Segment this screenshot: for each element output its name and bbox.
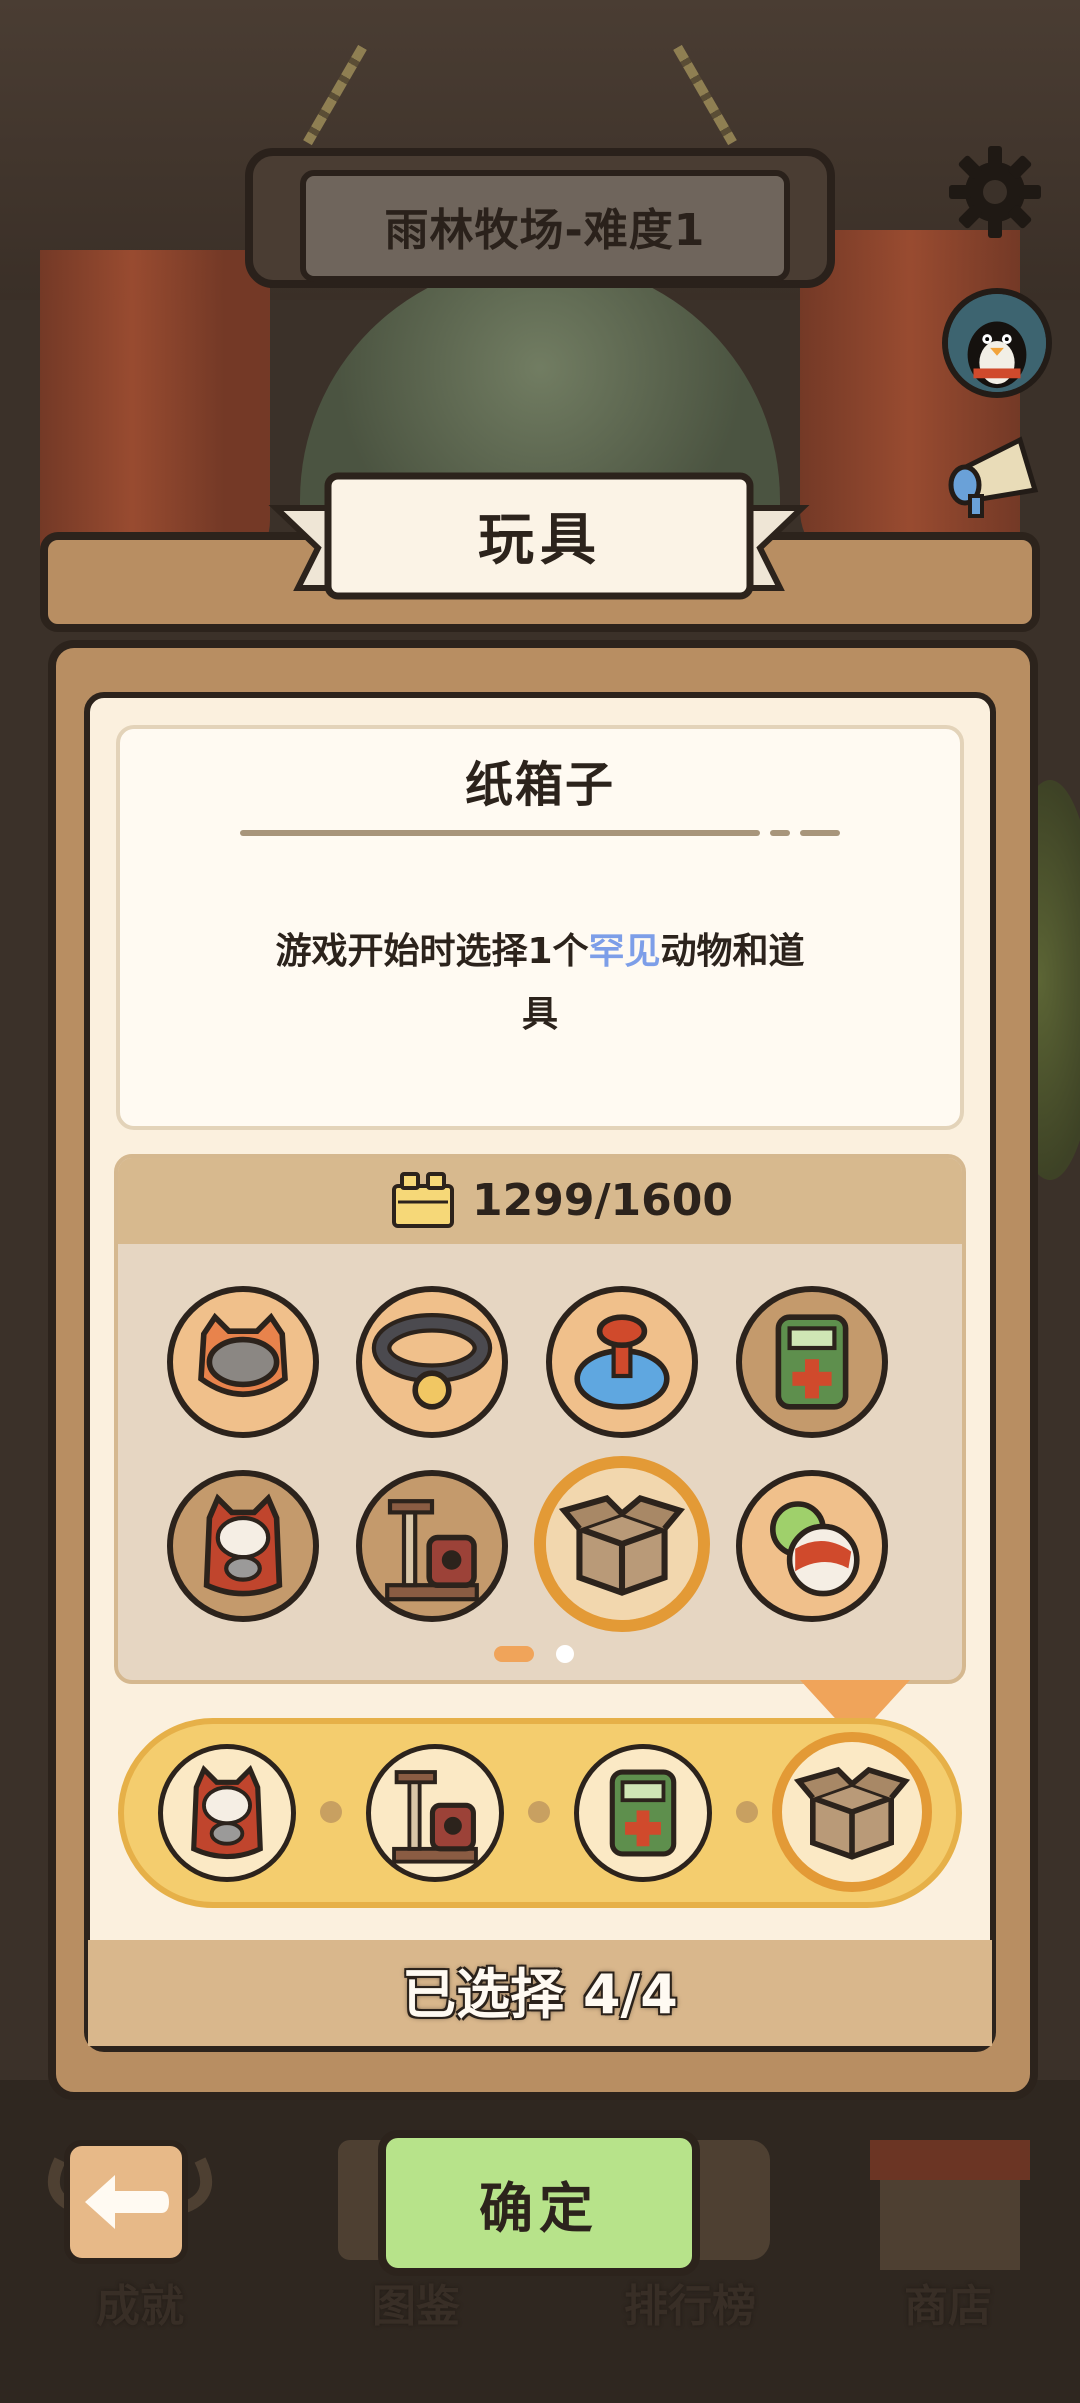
selected-toy-4[interactable]	[772, 1732, 932, 1892]
cost-row: 1299/1600	[390, 1170, 733, 1230]
tray-separator	[736, 1801, 758, 1823]
nav-label-achievements: 成就	[96, 2281, 184, 2332]
toy-slot-spinner[interactable]	[546, 1286, 698, 1438]
toy-slot-cat-doll[interactable]	[167, 1470, 319, 1622]
cost-value: 1299/1600	[472, 1174, 733, 1226]
toy-slot-collar[interactable]	[356, 1286, 508, 1438]
cat-tree-icon	[385, 1499, 479, 1602]
cat-doll-icon	[191, 1764, 263, 1859]
confirm-button[interactable]: 确定	[378, 2130, 700, 2276]
brick-currency-icon	[392, 1172, 454, 1228]
selected-toy-3[interactable]	[574, 1744, 712, 1882]
penguin-avatar-icon[interactable]	[942, 288, 1052, 398]
spinner-icon	[574, 1314, 670, 1410]
cat-doll-icon	[203, 1493, 283, 1597]
description-text-suffix: 动物和道	[660, 931, 805, 972]
toy-slot-bowl[interactable]	[167, 1286, 319, 1438]
description-text: 游戏开始时选择1个	[275, 931, 589, 972]
selected-count: 已选择 4/4	[402, 1963, 678, 2026]
tray-separator	[528, 1801, 550, 1823]
box-icon	[793, 1766, 911, 1860]
nav-label-leaderboard: 排行榜	[624, 2281, 756, 2332]
toy-slot-ball[interactable]	[736, 1470, 888, 1622]
page-indicator[interactable]	[556, 1645, 574, 1663]
megaphone-icon[interactable]	[940, 430, 1060, 520]
nav-label-encyclopedia: 图鉴	[372, 2281, 460, 2332]
toy-slot-box-selected[interactable]	[534, 1456, 710, 1632]
settings-gear-icon[interactable]	[945, 142, 1045, 242]
cat-tree-icon	[392, 1770, 478, 1864]
back-arrow-icon	[85, 2175, 169, 2229]
item-name: 纸箱子	[464, 757, 615, 813]
toy-slot-cat-tree[interactable]	[356, 1470, 508, 1622]
bowl-icon	[198, 1312, 288, 1397]
left-curtain	[40, 250, 270, 580]
ball-icon	[770, 1501, 860, 1597]
console-icon	[609, 1769, 677, 1857]
nav-label-shop: 商店	[904, 2281, 992, 2332]
page-indicator-active	[494, 1646, 534, 1662]
selected-toy-1[interactable]	[158, 1744, 296, 1882]
item-description-line2: 具	[521, 994, 558, 1035]
back-button[interactable]	[64, 2140, 188, 2264]
tray-separator	[320, 1801, 342, 1823]
box-icon	[546, 1468, 698, 1620]
toy-slot-console[interactable]	[736, 1286, 888, 1438]
collar-icon	[371, 1313, 493, 1410]
level-title-sign: 雨林牧场-难度1	[300, 170, 790, 282]
panel-title: 玩具	[478, 507, 602, 573]
selected-toy-2[interactable]	[366, 1744, 504, 1882]
rare-keyword: 罕见	[588, 931, 661, 972]
console-icon	[775, 1314, 849, 1410]
level-title: 雨林牧场-难度1	[384, 205, 706, 256]
item-description: 游戏开始时选择1个罕见动物和道	[140, 922, 940, 974]
title-divider	[240, 830, 840, 836]
